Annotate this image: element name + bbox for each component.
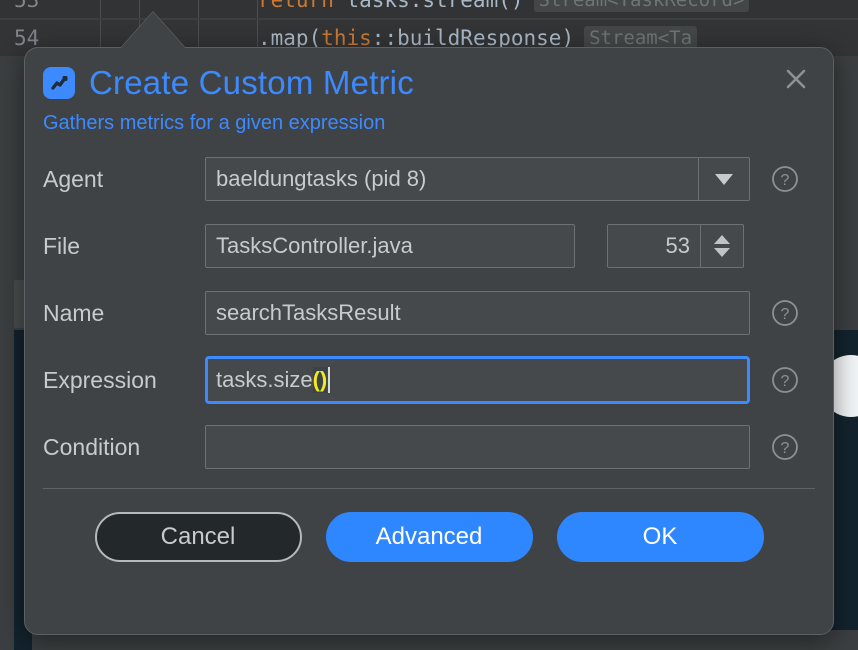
svg-text:?: ? [781, 172, 790, 189]
agent-selected-value: baeldungtasks (pid 8) [206, 158, 698, 200]
dialog-pointer-arrow [120, 12, 186, 49]
condition-input[interactable] [205, 425, 750, 469]
text-caret [328, 367, 330, 393]
agent-label: Agent [43, 166, 205, 193]
indent-guide [199, 0, 258, 18]
name-label: Name [43, 300, 205, 327]
stepper-buttons[interactable] [700, 225, 743, 267]
form-row-condition: Condition ? [43, 421, 815, 473]
create-custom-metric-dialog: Create Custom Metric Gathers metrics for… [24, 47, 834, 635]
help-icon-condition[interactable]: ? [770, 432, 800, 462]
help-icon-name[interactable]: ? [770, 298, 800, 328]
expression-value-text: tasks.size [216, 367, 313, 393]
dialog-subtitle: Gathers metrics for a given expression [25, 102, 833, 135]
chevron-down-glyph [715, 174, 733, 185]
condition-label: Condition [43, 434, 205, 461]
line-number: 53 [0, 0, 100, 12]
agent-select[interactable]: baeldungtasks (pid 8) [205, 157, 750, 201]
expression-matched-parens: () [313, 367, 328, 393]
inline-type-hint: Stream<TaskRecord> [534, 0, 750, 12]
advanced-button[interactable]: Advanced [326, 512, 533, 562]
name-input[interactable] [205, 291, 750, 335]
file-label: File [43, 233, 205, 260]
expression-label: Expression [43, 367, 205, 394]
metric-form: Agent baeldungtasks (pid 8) ? File 53 [25, 135, 833, 473]
line-number-stepper[interactable]: 53 [607, 224, 744, 268]
form-row-expression: Expression tasks.size() ? [43, 354, 815, 406]
close-icon[interactable] [779, 62, 813, 96]
stepper-up-icon[interactable] [714, 235, 730, 244]
svg-text:?: ? [781, 306, 790, 323]
cancel-button[interactable]: Cancel [95, 512, 302, 562]
expression-input[interactable]: tasks.size() [205, 356, 750, 404]
form-row-agent: Agent baeldungtasks (pid 8) ? [43, 153, 815, 205]
stepper-down-icon[interactable] [714, 248, 730, 257]
dialog-header: Create Custom Metric [25, 48, 833, 102]
ok-button[interactable]: OK [557, 512, 764, 562]
metric-chart-icon [43, 67, 75, 99]
form-row-name: Name ? [43, 287, 815, 339]
dialog-footer: Cancel Advanced OK [25, 489, 833, 562]
page-title: Create Custom Metric [89, 64, 414, 102]
form-row-file: File 53 [43, 220, 815, 272]
code-text: tasks.stream() [334, 0, 524, 12]
chevron-down-icon[interactable] [698, 158, 749, 200]
line-number-value: 53 [608, 225, 700, 267]
code-keyword: return [258, 0, 334, 12]
help-icon-expression[interactable]: ? [770, 365, 800, 395]
svg-text:?: ? [781, 373, 790, 390]
file-input[interactable] [205, 224, 575, 268]
help-icon-agent[interactable]: ? [770, 164, 800, 194]
svg-text:?: ? [781, 440, 790, 457]
